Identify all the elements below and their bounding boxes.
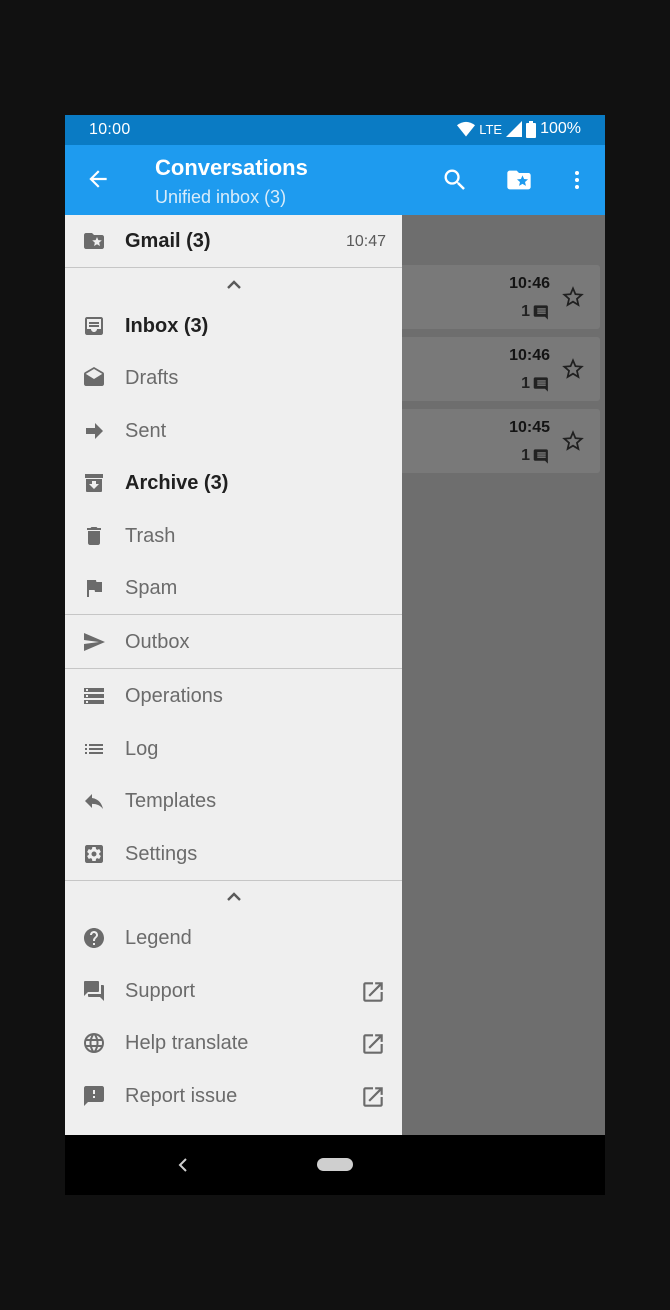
account-sync-time: 10:47 [345,233,386,250]
reply-icon [85,794,103,809]
signal-icon [506,121,523,137]
nav-home-pill[interactable] [317,1158,353,1171]
list-icon [85,744,103,754]
menu-label: Support [125,980,196,1002]
storage-icon [84,688,104,704]
search-icon[interactable] [441,166,469,194]
folder-label: Archive (3) [125,472,229,494]
menu-outbox[interactable]: Outbox [65,616,402,668]
folder-inbox[interactable]: Inbox (3) [65,300,402,352]
menu-label: Operations [125,685,223,707]
menu-log[interactable]: Log [65,723,402,775]
menu-label: Outbox [125,631,190,653]
open-external-icon [363,1087,383,1107]
app-bar: Conversations Unified inbox (3) [65,145,605,215]
comment-icon [533,448,548,464]
account-gmail[interactable]: Gmail (3) 10:47 [65,215,402,267]
menu-legend[interactable]: Legend [65,912,402,964]
app-subtitle: Unified inbox (3) [155,187,287,207]
menu-report-issue[interactable]: Report issue [65,1070,402,1122]
folder-label: Trash [125,525,176,547]
flag-icon [87,580,102,597]
folder-star-icon[interactable] [505,166,533,194]
status-bar: 10:00 LTE 100% [65,115,605,145]
divider [65,880,402,881]
menu-label: Help translate [125,1032,249,1054]
folder-trash[interactable]: Trash [65,510,402,562]
globe-icon [84,1033,104,1053]
open-external-icon [363,982,383,1002]
back-arrow-icon[interactable] [85,166,111,192]
overflow-menu-icon[interactable] [565,166,589,194]
menu-label: Report issue [125,1085,238,1107]
settings-icon [85,845,103,863]
message-count: 1 [521,375,550,393]
message-count: 1 [521,303,550,321]
divider [65,614,402,615]
status-icons: LTE 100% [457,120,581,138]
message-count: 1 [521,447,550,465]
status-time: 10:00 [89,121,131,138]
menu-label: Legend [125,927,192,949]
folder-label: Spam [125,577,178,599]
forum-icon [84,981,104,1001]
battery-icon [526,120,537,138]
chevron-up-icon[interactable] [222,275,246,293]
archive-icon [85,474,103,492]
folder-label: Drafts [125,367,179,389]
trash-icon [87,527,101,545]
folder-drafts[interactable]: Drafts [65,352,402,404]
menu-label: Log [125,738,159,760]
drafts-icon [84,367,104,386]
menu-support[interactable]: Support [65,965,402,1017]
comment-icon [533,376,548,392]
message-card[interactable]: 10:45 1 [395,409,600,473]
account-label: Gmail (3) [125,230,211,252]
star-outline-icon[interactable] [560,284,586,310]
nav-back-icon[interactable] [175,1156,193,1174]
message-time: 10:46 [509,275,550,292]
folder-archive[interactable]: Archive (3) [65,457,402,509]
folder-sent[interactable]: Sent [65,405,402,457]
message-time: 10:46 [509,347,550,364]
message-card[interactable]: 10:46 1 [395,265,600,329]
wifi-icon [457,121,476,137]
chevron-up-icon[interactable] [222,887,246,905]
app-title: Conversations [155,155,308,180]
menu-label: Templates [125,790,217,812]
feedback-icon [84,1086,104,1106]
divider [65,267,402,268]
menu-help-translate[interactable]: Help translate [65,1017,402,1069]
star-outline-icon[interactable] [560,356,586,382]
folder-label: Inbox (3) [125,315,209,337]
folder-spam[interactable]: Spam [65,562,402,614]
folder-star-icon [84,233,104,249]
message-card[interactable]: 10:46 1 [395,337,600,401]
phone-screen: 10:00 LTE 100% Conversations Unified inb… [65,115,605,1195]
star-outline-icon[interactable] [560,428,586,454]
menu-templates[interactable]: Templates [65,775,402,827]
network-type: LTE [479,121,503,137]
navigation-drawer: Gmail (3) 10:47 Inbox (3) Drafts Sent Ar… [65,215,402,1135]
inbox-icon [85,317,103,335]
menu-operations[interactable]: Operations [65,670,402,722]
send-icon [84,633,105,651]
message-time: 10:45 [509,419,550,436]
battery-level: 100% [540,120,581,137]
system-nav-bar [65,1135,605,1195]
open-external-icon [363,1034,383,1054]
menu-label: Settings [125,843,198,865]
comment-icon [533,304,548,320]
help-icon [84,928,104,948]
menu-settings[interactable]: Settings [65,828,402,880]
folder-label: Sent [125,420,167,442]
arrow-right-icon [86,423,103,439]
divider [65,668,402,669]
